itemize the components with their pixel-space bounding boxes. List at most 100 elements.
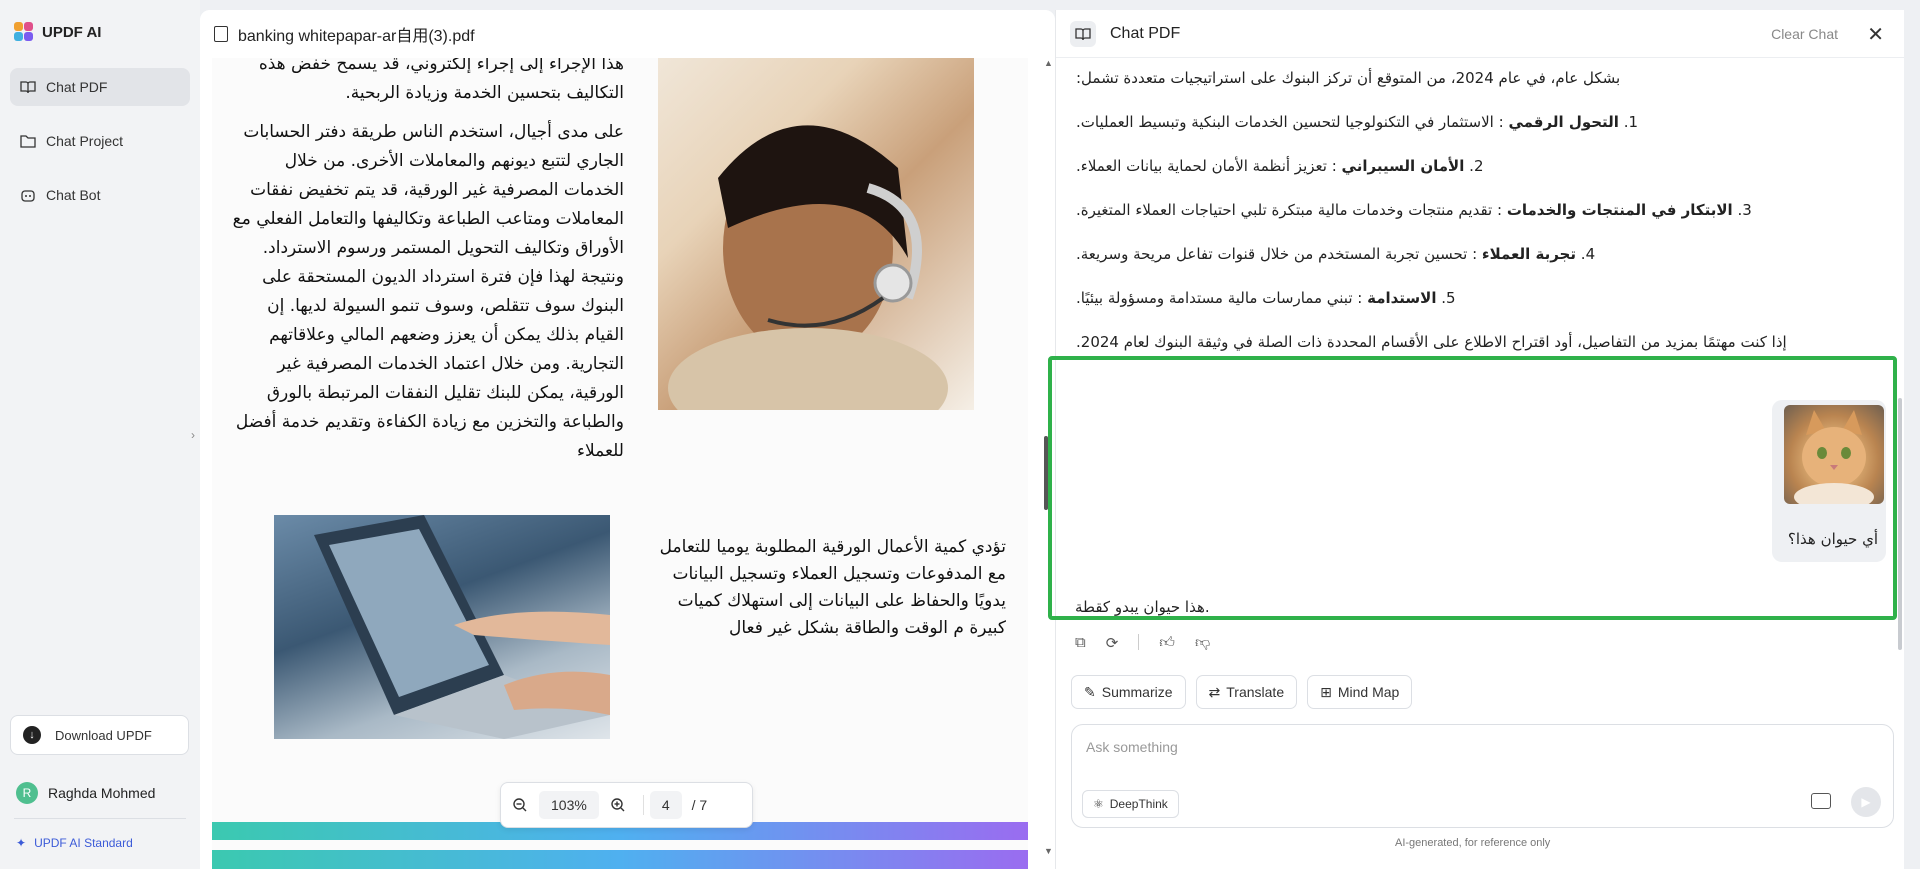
item-text: : تقديم منتجات وخدمات مالية مبتكرة تلبي … — [1076, 201, 1507, 219]
user-name: Raghda Mohmed — [48, 785, 156, 801]
item-title: تجربة العملاء — [1481, 245, 1576, 263]
folder-icon — [20, 135, 36, 148]
zoom-toolbar: 103% 4 / 7 — [500, 782, 753, 828]
panel-resize-handle[interactable] — [1044, 436, 1048, 510]
app-name: UPDF AI — [42, 23, 102, 41]
ai-response: بشكل عام، في عام 2024، من المتوقع أن ترك… — [1076, 68, 1886, 376]
response-intro: بشكل عام، في عام 2024، من المتوقع أن ترك… — [1076, 69, 1621, 87]
chat-title: Chat PDF — [1110, 24, 1181, 42]
sidebar-item-chat-project[interactable]: Chat Project — [10, 122, 190, 160]
sidebar-item-label: Chat Project — [46, 133, 124, 149]
translate-icon: ⇄ — [1208, 683, 1221, 700]
scroll-up-icon[interactable]: ▲ — [1044, 58, 1053, 68]
chat-input[interactable] — [1086, 739, 1866, 755]
deepthink-toggle[interactable]: ⚛ DeepThink — [1082, 790, 1179, 818]
list-item: 2. الأمان السيبراني : تعزيز أنظمة الأمان… — [1076, 156, 1886, 176]
list-item: 1. التحول الرقمي : الاستثمار في التكنولو… — [1076, 112, 1886, 132]
zoom-in-icon[interactable] — [599, 790, 637, 820]
chip-label: Translate — [1226, 684, 1285, 700]
laptop-image — [274, 515, 610, 739]
divider — [642, 795, 644, 815]
pdf-paragraph-top: هذا الإجراء إلى إجراء إلكتروني، قد يسمح … — [258, 58, 624, 103]
zoom-level[interactable]: 103% — [539, 791, 599, 819]
bot-icon — [21, 190, 35, 202]
message-actions: ⧉ ⟳ 👍︎ 👎︎ — [1075, 634, 1210, 652]
user-question: أي حيوان هذا؟ — [1787, 530, 1878, 548]
chat-input-box: ⚛ DeepThink ▶ — [1071, 724, 1894, 828]
list-item: 5. الاستدامة : تبني ممارسات مالية مستدام… — [1076, 288, 1886, 308]
image-upload-icon[interactable] — [1811, 793, 1831, 809]
sidebar-item-label: Chat PDF — [46, 79, 108, 95]
page-total: / 7 — [691, 797, 708, 813]
avatar: R — [16, 782, 38, 804]
pdf-page: هذا الإجراء إلى إجراء إلكتروني، قد يسمح … — [212, 58, 1028, 869]
deepthink-icon: ⚛ — [1093, 797, 1104, 811]
item-text: : تعزيز أنظمة الأمان لحماية بيانات العمل… — [1076, 157, 1342, 175]
item-number: 3. — [1737, 201, 1752, 219]
item-title: الاستدامة — [1367, 289, 1437, 307]
item-text: : الاستثمار في التكنولوجيا لتحسين الخدما… — [1076, 113, 1509, 131]
ai-disclaimer: AI-generated, for reference only — [1395, 837, 1551, 849]
chip-label: Mind Map — [1337, 684, 1400, 700]
user-message: أي حيوان هذا؟ — [1772, 400, 1886, 562]
pdf-paragraph-main: على مدى أجيال، استخدم الناس طريقة دفتر ا… — [232, 122, 624, 461]
item-title: الابتكار في المنتجات والخدمات — [1506, 201, 1733, 219]
sidebar-item-label: Chat Bot — [46, 187, 101, 203]
clear-chat-button[interactable]: Clear Chat — [1771, 26, 1838, 42]
chip-label: Summarize — [1101, 684, 1173, 700]
pdf-viewer: banking whitepapar-ar自用(3).pdf هذا الإجر… — [200, 10, 1055, 869]
page-decorative-band — [212, 850, 1028, 869]
chat-header: Chat PDF Clear Chat ✕ — [1056, 10, 1904, 58]
list-item: 4. تجربة العملاء : تحسين تجربة المستخدم … — [1076, 244, 1886, 264]
sidebar-nav: Chat PDF Chat Project Chat Bot — [10, 68, 190, 230]
sparkle-icon: ✦ — [16, 836, 27, 850]
send-icon[interactable]: ▶ — [1851, 787, 1881, 817]
mind-map-button[interactable]: ⊞ Mind Map — [1307, 675, 1413, 709]
call-center-image — [658, 58, 974, 410]
regenerate-icon[interactable]: ⟳ — [1106, 634, 1119, 652]
download-label: Download UPDF — [55, 727, 152, 743]
mind-map-icon: ⊞ — [1320, 683, 1332, 700]
updf-logo-icon — [14, 22, 34, 42]
pdf-file-icon — [214, 26, 228, 42]
sidebar-collapse-chevron-icon[interactable]: › — [186, 420, 200, 450]
user-profile[interactable]: R Raghda Mohmed — [16, 782, 155, 804]
app-logo[interactable]: UPDF AI — [14, 22, 101, 42]
thumbs-down-icon[interactable]: 👎︎ — [1195, 634, 1210, 652]
translate-button[interactable]: ⇄ Translate — [1195, 675, 1298, 709]
sidebar-item-chat-bot[interactable]: Chat Bot — [10, 176, 190, 214]
response-closing: إذا كنت مهتمًا بمزيد من التفاصيل، أود اق… — [1076, 333, 1787, 351]
item-title: التحول الرقمي — [1508, 113, 1619, 131]
item-number: 1. — [1623, 113, 1639, 131]
pdf-paragraph-side: تؤدي كمية الأعمال الورقية المطلوبة يوميا… — [659, 537, 1006, 638]
close-icon[interactable]: ✕ — [1867, 22, 1884, 47]
thumbs-up-icon[interactable]: 👍︎ — [1159, 634, 1175, 652]
divider — [14, 818, 186, 819]
item-number: 4. — [1580, 245, 1596, 263]
viewer-header: banking whitepapar-ar自用(3).pdf — [200, 10, 1055, 58]
download-icon: ↓ — [23, 726, 41, 744]
plan-link[interactable]: ✦ UPDF AI Standard — [16, 836, 133, 850]
download-updf-button[interactable]: ↓ Download UPDF — [10, 715, 189, 755]
sidebar-item-chat-pdf[interactable]: Chat PDF — [10, 68, 190, 106]
item-title: الأمان السيبراني — [1341, 157, 1465, 175]
list-item: 3. الابتكار في المنتجات والخدمات : تقديم… — [1076, 200, 1886, 220]
zoom-out-icon[interactable] — [501, 790, 539, 820]
copy-icon[interactable]: ⧉ — [1075, 634, 1086, 652]
quick-actions: ✎ Summarize ⇄ Translate ⊞ Mind Map — [1071, 675, 1413, 709]
book-icon[interactable] — [1070, 20, 1096, 47]
deepthink-label: DeepThink — [1109, 797, 1168, 811]
item-number: 5. — [1441, 289, 1456, 307]
divider — [1138, 634, 1140, 650]
chat-scrollbar[interactable] — [1898, 398, 1902, 650]
item-text: : تحسين تجربة المستخدم من خلال قنوات تفا… — [1076, 245, 1482, 263]
summarize-button[interactable]: ✎ Summarize — [1071, 675, 1186, 709]
page-number-input[interactable]: 4 — [649, 791, 682, 819]
cat-photo[interactable] — [1784, 405, 1884, 504]
item-text: : تبني ممارسات مالية مستدامة ومسؤولة بيئ… — [1076, 289, 1368, 307]
ai-answer: هذا حيوان يبدو كقطة. — [1075, 598, 1210, 616]
file-name: banking whitepapar-ar自用(3).pdf — [238, 28, 475, 45]
book-icon — [20, 81, 36, 94]
scroll-down-icon[interactable]: ▼ — [1044, 846, 1053, 856]
summarize-icon: ✎ — [1084, 683, 1096, 700]
